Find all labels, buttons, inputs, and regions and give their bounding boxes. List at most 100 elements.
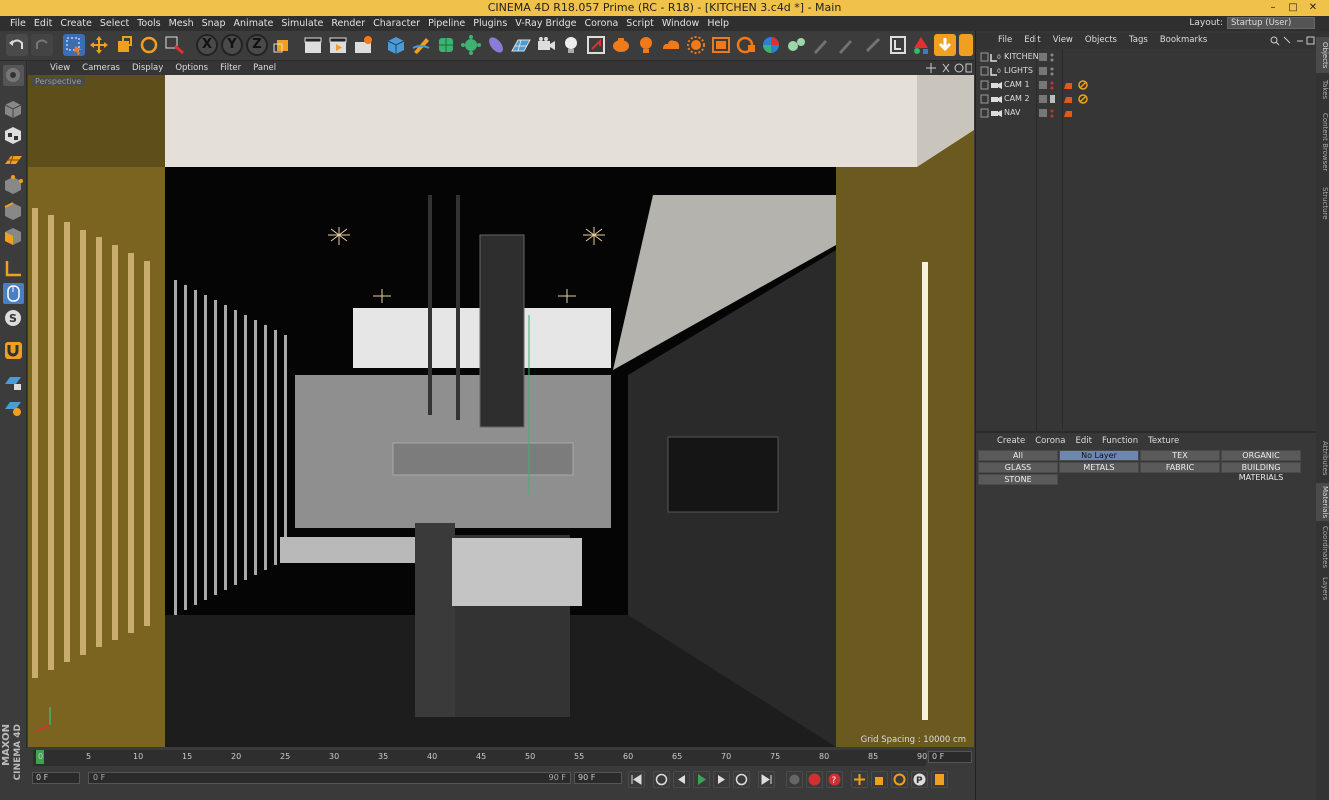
layer-tab-no-layer[interactable]: No Layer [1059, 450, 1139, 461]
material-menu-edit[interactable]: Edit [1071, 436, 1097, 446]
side-tab-attributes[interactable]: Attributes [1316, 436, 1329, 481]
layer-tab-glass[interactable]: GLASS [978, 462, 1058, 473]
vray-2-button[interactable] [810, 34, 832, 56]
perspective-viewport[interactable]: Perspective Grid Spacing : 10000 cm [28, 75, 974, 747]
model-mode-button[interactable] [3, 99, 24, 120]
pen-button[interactable] [410, 34, 432, 56]
menu-simulate[interactable]: Simulate [277, 16, 327, 31]
y-axis-button[interactable]: Y [221, 34, 243, 56]
material-menu-texture[interactable]: Texture [1143, 436, 1184, 446]
vray-7-button[interactable] [934, 34, 956, 56]
render-settings-button[interactable] [352, 34, 374, 56]
magnet-button[interactable] [3, 340, 24, 361]
side-tab-materials[interactable]: Materials [1316, 483, 1329, 521]
menu-create[interactable]: Create [56, 16, 96, 31]
position-key-button[interactable] [851, 771, 868, 788]
x-axis-button[interactable]: X [196, 34, 218, 56]
object-tags-icons[interactable] [1038, 108, 1098, 120]
menu-edit[interactable]: Edit [30, 16, 56, 31]
previous-frame-button[interactable] [673, 771, 690, 788]
object-tags-icons[interactable] [1038, 94, 1098, 106]
tweak-mode-button[interactable] [3, 283, 24, 304]
move-button[interactable] [88, 34, 110, 56]
workplane-mode-button[interactable] [3, 150, 24, 171]
vray-8-button[interactable] [959, 34, 973, 56]
corona-7-button[interactable] [760, 34, 782, 56]
menu-help[interactable]: Help [703, 16, 733, 31]
object-tags-icons[interactable] [1038, 80, 1098, 92]
record-active-objects-button[interactable] [786, 771, 803, 788]
layer-tab-organic[interactable]: ORGANIC [1221, 450, 1301, 461]
vray-1-button[interactable] [785, 34, 807, 56]
object-row-kitchen[interactable]: 0 KITCHEN [978, 51, 1314, 64]
texture-mode-button[interactable] [3, 125, 24, 146]
visibility-toggle-icon[interactable] [1038, 66, 1056, 78]
layer-tab-metals[interactable]: METALS [1059, 462, 1139, 473]
objects-menu-edit[interactable]: Edit [1018, 35, 1046, 45]
viewport-menu-filter[interactable]: Filter [214, 61, 247, 75]
menu-corona[interactable]: Corona [580, 16, 622, 31]
vray-6-button[interactable] [910, 34, 932, 56]
preview-range-slider[interactable]: 0 F 90 F [88, 772, 571, 784]
menu-mesh[interactable]: Mesh [165, 16, 198, 31]
go-to-end-button[interactable] [758, 771, 775, 788]
object-row-nav[interactable]: NAV [978, 107, 1314, 120]
lock-workplane-button[interactable] [3, 372, 24, 393]
menu-pipeline[interactable]: Pipeline [424, 16, 469, 31]
light-button[interactable] [560, 34, 582, 56]
next-frame-button[interactable] [713, 771, 730, 788]
layer-tab-fabric[interactable]: FABRIC [1140, 462, 1220, 473]
material-menu-corona[interactable]: Corona [1030, 436, 1070, 446]
menu-tools[interactable]: Tools [133, 16, 164, 31]
edges-mode-button[interactable] [3, 201, 24, 222]
menu-select[interactable]: Select [96, 16, 133, 31]
layer-tab-all[interactable]: All [978, 450, 1058, 461]
layer-tab-building-materials[interactable]: BUILDING MATERIALS [1221, 462, 1301, 482]
layer-tab-tex[interactable]: TEX [1140, 450, 1220, 461]
layer-tab-stone[interactable]: STONE [978, 474, 1058, 485]
previous-key-button[interactable] [653, 771, 670, 788]
minimize-button[interactable]: – [1263, 0, 1283, 16]
go-to-start-button[interactable] [628, 771, 645, 788]
start-frame-field[interactable]: 0 F [32, 772, 80, 784]
point-level-key-button[interactable] [931, 771, 948, 788]
object-row-lights[interactable]: 0 LIGHTS [978, 65, 1314, 78]
end-frame-field[interactable]: 90 F [574, 772, 622, 784]
deformer-button[interactable] [485, 34, 507, 56]
menu-character[interactable]: Character [369, 16, 424, 31]
vray-5-button[interactable] [887, 34, 909, 56]
side-tab-objects[interactable]: Objects [1316, 37, 1329, 73]
scale-button[interactable] [113, 34, 135, 56]
subdivision-button[interactable] [435, 34, 457, 56]
menu-script[interactable]: Script [622, 16, 658, 31]
objects-search-icons[interactable] [1270, 35, 1316, 47]
redo-button[interactable] [31, 34, 53, 56]
close-button[interactable]: ✕ [1303, 0, 1323, 16]
corona-5-button[interactable] [710, 34, 732, 56]
floor-button[interactable] [510, 34, 532, 56]
viewport-menu-cameras[interactable]: Cameras [76, 61, 126, 75]
side-tab-layers[interactable]: Layers [1316, 574, 1329, 604]
material-menu-function[interactable]: Function [1097, 436, 1143, 446]
camera-button[interactable] [535, 34, 557, 56]
snapping-button[interactable]: S [3, 308, 24, 329]
vray-4-button[interactable] [862, 34, 884, 56]
viewport-menu-panel[interactable]: Panel [247, 61, 282, 75]
vray-3-button[interactable] [835, 34, 857, 56]
corona-1-button[interactable] [610, 34, 632, 56]
side-tab-structure[interactable]: Structure [1316, 181, 1329, 226]
axis-mode-button[interactable] [3, 258, 24, 279]
polygons-mode-button[interactable] [3, 226, 24, 247]
side-tab-coordinates[interactable]: Coordinates [1316, 525, 1329, 570]
menu-render[interactable]: Render [327, 16, 369, 31]
make-editable-button[interactable] [3, 65, 24, 86]
render-view-button[interactable] [302, 34, 324, 56]
menu-snap[interactable]: Snap [198, 16, 230, 31]
corona-3-button[interactable] [660, 34, 682, 56]
autokeying-button[interactable] [806, 771, 823, 788]
object-row-cam-2[interactable]: CAM 2 [978, 93, 1314, 106]
viewport-menu-options[interactable]: Options [169, 61, 214, 75]
viewport-menu-view[interactable]: View [44, 61, 76, 75]
viewport-navigation-icons[interactable] [926, 62, 972, 74]
takes-button[interactable] [585, 34, 607, 56]
